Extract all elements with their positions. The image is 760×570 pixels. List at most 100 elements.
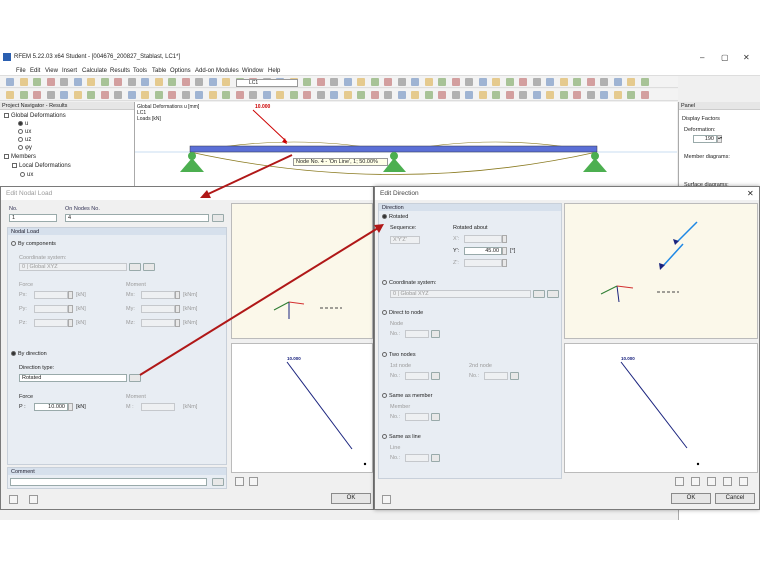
mz-input[interactable]	[141, 319, 175, 327]
toolbar-button-icon[interactable]	[546, 91, 554, 99]
toolbar-button-icon[interactable]	[46, 78, 55, 86]
toolbar-button-icon[interactable]	[303, 78, 311, 86]
my-spinner[interactable]	[175, 305, 180, 313]
my-input[interactable]	[141, 305, 175, 313]
select-nodes-button[interactable]	[212, 214, 224, 222]
toolbar-button-icon[interactable]	[505, 91, 514, 99]
p-spinner[interactable]	[68, 403, 73, 411]
toolbar-button-icon[interactable]	[6, 78, 14, 86]
z-spinner[interactable]	[502, 259, 507, 267]
table-icon[interactable]	[29, 495, 38, 504]
toolbar-button-icon[interactable]	[411, 78, 419, 86]
toolbar-button-icon[interactable]	[168, 78, 176, 86]
toolbar-button-icon[interactable]	[127, 78, 136, 86]
toolbar-button-icon[interactable]	[424, 91, 433, 99]
toolbar-button-icon[interactable]	[330, 78, 338, 86]
two-nodes-radio[interactable]: Two nodes	[382, 352, 416, 358]
close-icon[interactable]: ✕	[743, 53, 750, 62]
toolbar-button-icon[interactable]	[384, 91, 392, 99]
coord-system-select[interactable]: 0 | Global XYZ	[19, 263, 127, 271]
toolbar-button-icon[interactable]	[141, 78, 149, 86]
px-input[interactable]	[34, 291, 68, 299]
direction-ok-button[interactable]: OK	[671, 493, 711, 504]
m-input[interactable]	[141, 403, 175, 411]
toolbar-button-icon[interactable]	[559, 78, 568, 86]
toolbar-button-icon[interactable]	[451, 78, 460, 86]
direct-to-node-radio[interactable]: Direct to node	[382, 310, 423, 316]
toolbar-button-icon[interactable]	[613, 91, 622, 99]
menu-insert[interactable]: Insert	[62, 68, 77, 74]
toolbar-button-icon[interactable]	[465, 91, 473, 99]
toolbar-button-icon[interactable]	[73, 91, 82, 99]
toolbar-button-icon[interactable]	[316, 78, 325, 86]
x-spinner[interactable]	[502, 235, 507, 243]
on-nodes-input[interactable]: 4	[65, 214, 209, 222]
toolbar-button-icon[interactable]	[46, 91, 55, 99]
toolbar-button-icon[interactable]	[222, 78, 230, 86]
toolbar-button-icon[interactable]	[465, 78, 473, 86]
toolbar-button-icon[interactable]	[141, 91, 149, 99]
toolbar-button-icon[interactable]	[100, 78, 109, 86]
rotated-radio[interactable]: Rotated	[382, 214, 408, 220]
toolbar-button-icon[interactable]	[397, 91, 406, 99]
toolbar-button-icon[interactable]	[357, 78, 365, 86]
toolbar-button-icon[interactable]	[370, 91, 379, 99]
direction-coord-new[interactable]	[547, 290, 559, 298]
toolbar-button-icon[interactable]	[600, 78, 608, 86]
node-no-input[interactable]	[405, 330, 429, 338]
toolbar-button-icon[interactable]	[478, 78, 487, 86]
toolbar-button-icon[interactable]	[195, 91, 203, 99]
menu-calculate[interactable]: Calculate	[82, 68, 107, 74]
load-case-select[interactable]: LC1	[236, 79, 298, 87]
coord-edit-button[interactable]	[129, 263, 141, 271]
toolbar-button-icon[interactable]	[586, 91, 595, 99]
nav-members[interactable]: Members	[4, 154, 36, 160]
y-input[interactable]: 45.00	[464, 247, 502, 255]
toolbar-button-icon[interactable]	[492, 78, 500, 86]
toolbar-button-icon[interactable]	[438, 91, 446, 99]
toolbar-button-icon[interactable]	[424, 78, 433, 86]
toolbar-button-icon[interactable]	[60, 91, 68, 99]
nav-local-deformations[interactable]: Local Deformations	[12, 163, 71, 169]
toolbar-button-icon[interactable]	[73, 78, 82, 86]
toolbar-button-icon[interactable]	[613, 78, 622, 86]
menu-results[interactable]: Results	[110, 68, 130, 74]
deformation-input[interactable]: 190	[693, 135, 717, 143]
line-no-input[interactable]	[405, 454, 429, 462]
nav-phiy[interactable]: φy	[18, 145, 32, 151]
comment-button[interactable]	[212, 478, 224, 486]
toolbar-button-icon[interactable]	[208, 78, 217, 86]
toolbar-button-icon[interactable]	[168, 91, 176, 99]
toolbar-button-icon[interactable]	[357, 91, 365, 99]
second-node-input[interactable]	[484, 372, 508, 380]
dir-view-button-2[interactable]	[691, 477, 700, 486]
menu-options[interactable]: Options	[170, 68, 191, 74]
mx-spinner[interactable]	[175, 291, 180, 299]
toolbar-button-icon[interactable]	[640, 91, 649, 99]
sequence-select[interactable]: X'Y'Z'	[390, 236, 420, 244]
nav-global-deformations[interactable]: Global Deformations	[4, 113, 66, 119]
toolbar-button-icon[interactable]	[343, 91, 352, 99]
menu-table[interactable]: Table	[152, 68, 166, 74]
toolbar-button-icon[interactable]	[505, 78, 514, 86]
dir-view-button-5[interactable]	[739, 477, 748, 486]
toolbar-button-icon[interactable]	[532, 78, 541, 86]
mx-input[interactable]	[141, 291, 175, 299]
help-icon[interactable]	[9, 495, 18, 504]
toolbar-button-icon[interactable]	[114, 91, 122, 99]
mz-spinner[interactable]	[175, 319, 180, 327]
toolbar-button-icon[interactable]	[222, 91, 230, 99]
first-node-pick[interactable]	[431, 372, 440, 380]
direction-coord-select[interactable]: 0 | Global XYZ	[390, 290, 531, 298]
member-pick[interactable]	[431, 413, 440, 421]
direction-help-icon[interactable]	[382, 495, 391, 504]
direction-type-select[interactable]: Rotated	[19, 374, 127, 382]
nav-uz[interactable]: uz	[18, 137, 31, 143]
toolbar-button-icon[interactable]	[181, 78, 190, 86]
toolbar-button-icon[interactable]	[586, 78, 595, 86]
toolbar-button-icon[interactable]	[127, 91, 136, 99]
toolbar-button-icon[interactable]	[181, 91, 190, 99]
toolbar-button-icon[interactable]	[640, 78, 649, 86]
px-spinner[interactable]	[68, 291, 73, 299]
dir-view-button-3[interactable]	[707, 477, 716, 486]
